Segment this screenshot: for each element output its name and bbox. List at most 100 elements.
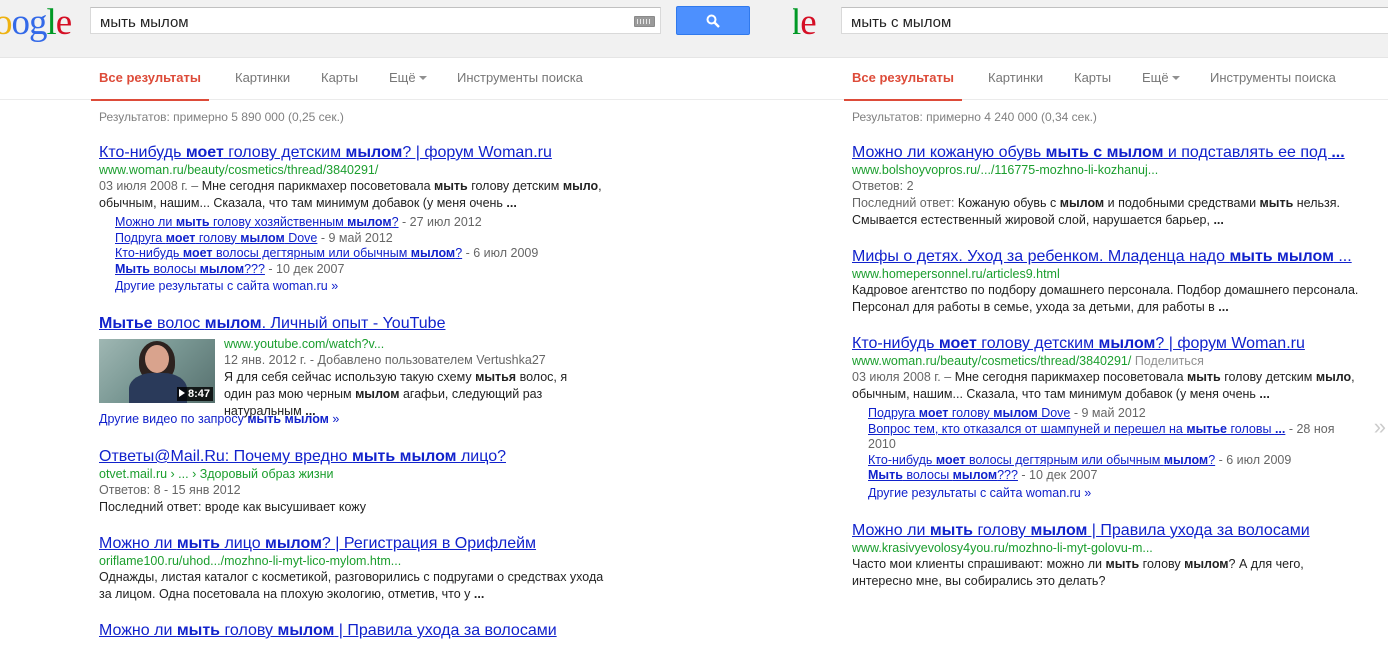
more-from-site-link[interactable]: Другие результаты с сайта woman.ru » bbox=[115, 277, 619, 296]
highlighted-term: моет bbox=[185, 144, 224, 161]
text-segment: Можно ли bbox=[99, 622, 177, 639]
highlighted-term: мыло bbox=[562, 179, 599, 193]
text-segment: и подставлять ее под bbox=[1163, 144, 1332, 161]
sitelink[interactable]: Подруга моет голову мылом Dove bbox=[115, 231, 317, 245]
text-segment: ??? bbox=[244, 261, 265, 276]
next-page-arrow-icon[interactable]: » bbox=[1374, 414, 1386, 440]
highlighted-term: ... bbox=[1218, 300, 1229, 314]
text-segment: Кто-нибудь bbox=[852, 335, 939, 352]
logo-letter: e bbox=[55, 2, 72, 43]
search-input[interactable]: мыть с мылом bbox=[841, 7, 1388, 34]
text-segment: головы bbox=[1227, 421, 1275, 436]
highlighted-term: мылом bbox=[952, 468, 998, 482]
highlighted-term: мылом bbox=[410, 246, 456, 260]
more-from-site-link[interactable]: Другие результаты с сайта woman.ru » bbox=[868, 484, 1364, 503]
tab-images[interactable]: Картинки bbox=[988, 70, 1043, 99]
text-segment: Можно ли bbox=[115, 215, 176, 229]
result-title-link[interactable]: Кто-нибудь моет голову детским мылом? | … bbox=[852, 334, 1364, 353]
text-segment: голову bbox=[973, 521, 1031, 539]
logo-letter: e bbox=[800, 2, 816, 43]
highlighted-term: мыть bbox=[176, 622, 220, 639]
result-title-link[interactable]: Мытье волос мылом. Личный опыт - YouTube bbox=[99, 314, 619, 333]
result-title-link[interactable]: Можно ли мыть лицо мылом? | Регистрация … bbox=[99, 534, 619, 553]
highlighted-term: ... bbox=[473, 587, 485, 601]
logo-letter: g bbox=[29, 2, 47, 43]
sitelink[interactable]: Мыть волосы мылом??? bbox=[868, 468, 1018, 482]
text-segment: Можно ли bbox=[852, 521, 930, 539]
text-segment: Вопрос тем, кто отказался от шампуней и … bbox=[868, 421, 1187, 436]
tab-more-label: Ещё bbox=[389, 70, 416, 85]
thumb-face bbox=[145, 345, 169, 373]
result-title-link[interactable]: Мифы о детях. Уход за ребенком. Младенца… bbox=[852, 247, 1364, 266]
sitelink[interactable]: Мыть волосы мылом??? bbox=[115, 262, 265, 276]
tab-search-tools[interactable]: Инструменты поиска bbox=[457, 70, 583, 99]
text-segment: | Правила ухода за волосами bbox=[334, 622, 557, 639]
text-segment: | Правила ухода за волосами bbox=[1087, 521, 1310, 539]
search-query-text: мыть с мылом bbox=[851, 14, 952, 31]
result-snippet: Ответов: 2 Последний ответ: Кожаную обувь… bbox=[852, 178, 1364, 229]
tab-all-results[interactable]: Все результаты bbox=[843, 70, 963, 101]
highlighted-term: мыть bbox=[434, 179, 468, 193]
search-tabs: Все результаты Картинки Карты Ещё Инстру… bbox=[793, 70, 1388, 101]
text-segment: Dove bbox=[1037, 406, 1071, 420]
tab-search-tools[interactable]: Инструменты поиска bbox=[1210, 70, 1336, 99]
video-thumbnail[interactable]: 8:47 bbox=[99, 339, 215, 403]
sitelink[interactable]: Можно ли мыть голову хозяйственным мылом… bbox=[115, 215, 399, 229]
text-segment: Мне сегодня парикмахер посоветовала bbox=[201, 179, 434, 193]
result-title-link[interactable]: Можно ли кожаную обувь мыть с мылом и по… bbox=[852, 143, 1364, 162]
text-segment: голову bbox=[220, 622, 278, 639]
text-segment: ? | Регистрация в Орифлейм bbox=[321, 535, 537, 552]
search-result: Кто-нибудь моет голову детским мылом? | … bbox=[99, 143, 619, 296]
search-button[interactable] bbox=[676, 6, 750, 35]
results-list: Можно ли кожаную обувь мыть с мылом и по… bbox=[852, 143, 1364, 608]
text-segment: голову детским bbox=[223, 144, 346, 161]
result-snippet: Однажды, листая каталог с косметикой, ра… bbox=[99, 569, 619, 603]
share-link[interactable]: Поделиться bbox=[1135, 354, 1204, 368]
tab-all-results[interactable]: Все результаты bbox=[90, 70, 210, 101]
sitelink-row: Подруга моет голову мылом Dove - 9 май 2… bbox=[115, 231, 619, 247]
highlighted-term: мытье bbox=[1186, 421, 1228, 436]
result-snippet: 03 июля 2008 г. – Мне сегодня парикмахер… bbox=[852, 369, 1364, 403]
result-url: www.woman.ru/beauty/cosmetics/thread/384… bbox=[852, 353, 1364, 369]
keyboard-icon[interactable] bbox=[634, 16, 655, 27]
result-stats: Результатов: примерно 4 240 000 (0,34 се… bbox=[852, 110, 1097, 124]
result-title-link[interactable]: Можно ли мыть голову мылом | Правила ухо… bbox=[99, 621, 619, 640]
text-segment: волосы дегтярным или обычным bbox=[212, 246, 411, 260]
result-title-link[interactable]: Можно ли мыть голову мылом | Правила ухо… bbox=[852, 521, 1364, 540]
text-segment: Ответы@Mail.Ru: Почему вредно bbox=[99, 448, 353, 465]
text-segment: Кто-нибудь bbox=[115, 246, 183, 260]
sitelink[interactable]: Кто-нибудь моет волосы дегтярным или обы… bbox=[868, 453, 1215, 467]
result-url: www.youtube.com/watch?v... bbox=[224, 337, 385, 351]
sitelink[interactable]: Подруга моет голову мылом Dove bbox=[868, 406, 1070, 420]
highlighted-term: ... bbox=[1213, 213, 1224, 227]
google-logo[interactable]: le bbox=[793, 2, 817, 43]
text-segment: ??? bbox=[997, 468, 1018, 482]
result-title-link[interactable]: Кто-нибудь моет голову детским мылом? | … bbox=[99, 143, 619, 162]
highlighted-term: мылом bbox=[199, 261, 245, 276]
video-result: Мытье волос мылом. Личный опыт - YouTube… bbox=[99, 314, 619, 429]
highlighted-term: ... bbox=[506, 196, 517, 210]
google-logo[interactable]: oogle bbox=[0, 2, 72, 43]
highlighted-term: мыть с мылом bbox=[1045, 144, 1164, 161]
sitelink-row: Кто-нибудь моет волосы дегтярным или обы… bbox=[115, 246, 619, 262]
sitelink[interactable]: Вопрос тем, кто отказался от шампуней и … bbox=[868, 422, 1285, 436]
tab-more[interactable]: Ещё bbox=[389, 70, 427, 99]
text-segment: голову детским bbox=[1220, 370, 1316, 384]
tab-more[interactable]: Ещё bbox=[1142, 70, 1180, 99]
search-input[interactable]: мыть мылом bbox=[90, 7, 661, 34]
search-result: Кто-нибудь моет голову детским мылом? | … bbox=[852, 334, 1364, 503]
search-result: Можно ли мыть лицо мылом? | Регистрация … bbox=[99, 534, 619, 603]
highlighted-term: мыть bbox=[929, 521, 973, 539]
tab-maps[interactable]: Карты bbox=[1074, 70, 1111, 99]
tab-maps[interactable]: Карты bbox=[321, 70, 358, 99]
highlighted-term: ... bbox=[1259, 387, 1270, 401]
highlighted-term: моет bbox=[935, 452, 966, 467]
result-title-link[interactable]: Ответы@Mail.Ru: Почему вредно мыть мылом… bbox=[99, 447, 619, 466]
text-segment: Dove bbox=[284, 230, 318, 245]
result-url: oriflame100.ru/uhod.../mozhno-li-myt-lic… bbox=[99, 554, 402, 568]
highlighted-term: моет bbox=[918, 406, 949, 420]
tab-images[interactable]: Картинки bbox=[235, 70, 290, 99]
sitelink[interactable]: Кто-нибудь моет волосы дегтярным или обы… bbox=[115, 246, 462, 260]
highlighted-term: мылом bbox=[1163, 452, 1209, 467]
snippet-text: Я для себя сейчас использую такую схему … bbox=[224, 370, 567, 418]
